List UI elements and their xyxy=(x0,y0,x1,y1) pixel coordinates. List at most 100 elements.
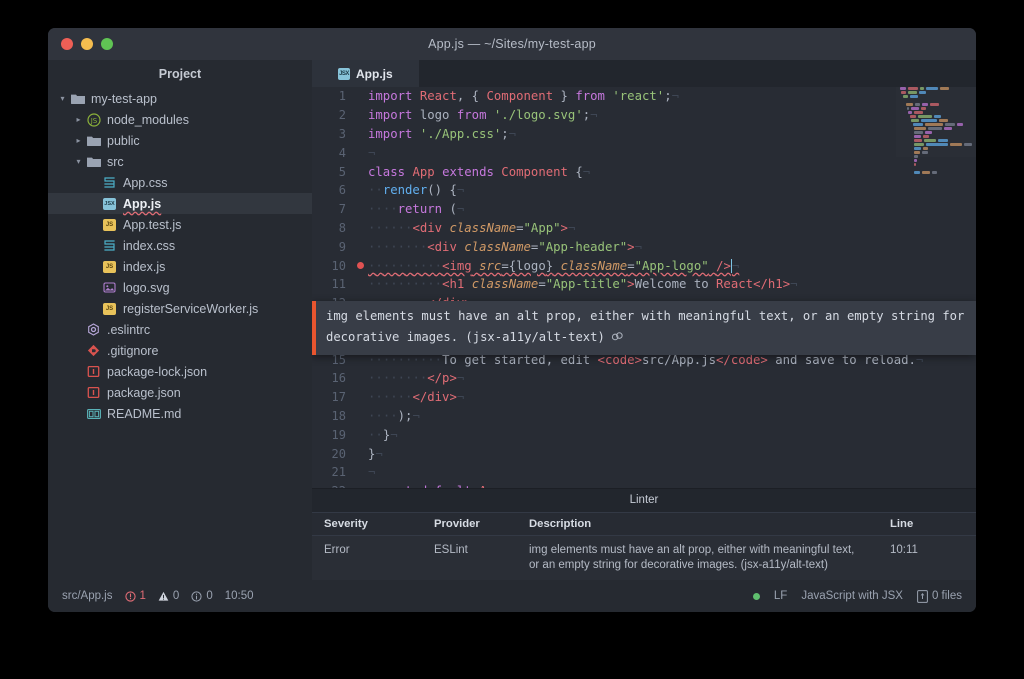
tree-item-eslintrc[interactable]: .eslintrc xyxy=(48,319,312,340)
code-line[interactable]: 9 ········<div className="App-header">¬ xyxy=(312,237,976,256)
tree-item-index-css[interactable]: index.css xyxy=(48,235,312,256)
minimap-row xyxy=(914,139,976,142)
line-number: 2 xyxy=(338,108,346,123)
chevron-down-icon[interactable]: ▾ xyxy=(56,94,69,103)
minimap-row xyxy=(914,155,976,158)
code-line[interactable]: 3 import './App.css';¬ xyxy=(312,125,976,144)
line-content: ¬ xyxy=(368,145,376,160)
code-lines[interactable]: 1 import React, { Component } from 'react… xyxy=(312,87,976,488)
linter-rows[interactable]: Error ESLint img elements must have an alt… xyxy=(312,535,976,580)
tree-item-label: App.js xyxy=(123,196,162,211)
tree-item-label: public xyxy=(107,133,140,148)
tree-item-logo-svg[interactable]: logo.svg xyxy=(48,277,312,298)
tree-item-node-modules[interactable]: ▸ JS node_modules xyxy=(48,109,312,130)
code-line[interactable]: 10 ··········<img src={logo} className="A… xyxy=(312,256,976,275)
line-number: 21 xyxy=(331,465,346,480)
line-number: 16 xyxy=(331,371,346,386)
warning-count[interactable]: 0 xyxy=(158,590,179,602)
tree-item-label: package-lock.json xyxy=(107,364,208,379)
code-line[interactable]: 18 ····);¬ xyxy=(312,407,976,426)
code-line[interactable]: 21 ¬ xyxy=(312,463,976,482)
code-line[interactable]: 4 ¬ xyxy=(312,143,976,162)
code-line[interactable]: 17 ······</div>¬ xyxy=(312,388,976,407)
code-line[interactable]: 8 ······<div className="App">¬ xyxy=(312,219,976,238)
tree-item-label: App.css xyxy=(123,175,168,190)
column-description[interactable]: Description xyxy=(517,512,878,536)
code-line[interactable]: 7 ····return (¬ xyxy=(312,200,976,219)
info-count[interactable]: 0 xyxy=(191,590,213,602)
editor-area: JSX App.js 1 import React, { Component } … xyxy=(312,60,976,580)
tree-item-app-test-js[interactable]: JS App.test.js xyxy=(48,214,312,235)
minimap-row xyxy=(901,91,976,94)
title-bar: App.js — ~/Sites/my-test-app xyxy=(48,28,976,60)
linter-cell-line: 10:11 xyxy=(878,535,976,580)
tree-item-label: src xyxy=(107,154,124,169)
minimap-row xyxy=(905,103,976,106)
tree-item-registerserviceworker-js[interactable]: JS registerServiceWorker.js xyxy=(48,298,312,319)
code-line[interactable]: 20}¬ xyxy=(312,444,976,463)
json-icon xyxy=(85,365,102,378)
tree-item-app-css[interactable]: App.css xyxy=(48,172,312,193)
project-panel-title: Project xyxy=(158,67,202,81)
error-icon xyxy=(124,590,136,602)
minimap[interactable] xyxy=(896,87,976,174)
copy-icon[interactable] xyxy=(611,330,624,343)
chevron-down-icon[interactable]: ▾ xyxy=(72,157,85,166)
tree-item-label: logo.svg xyxy=(123,280,170,295)
tree-item-index-js[interactable]: JS index.js xyxy=(48,256,312,277)
code-line[interactable]: 5 class App extends Component {¬ xyxy=(312,162,976,181)
breakpoint-marker[interactable] xyxy=(356,262,364,270)
code-line[interactable]: 11 ··········<h1 className="App-title">We… xyxy=(312,275,976,294)
code-line[interactable]: 2 import logo from './logo.svg';¬ xyxy=(312,106,976,125)
grammar-selector[interactable]: JavaScript with JSX xyxy=(801,590,903,602)
tree-item-my-test-app[interactable]: ▾ my-test-app xyxy=(48,88,312,109)
minimap-row xyxy=(900,87,976,90)
tree-item-app-js[interactable]: JSX App.js xyxy=(48,193,312,214)
breakpoint-gutter[interactable] xyxy=(352,262,368,270)
status-file-path[interactable]: src/App.js xyxy=(62,590,113,602)
tree-item-package-json[interactable]: package.json xyxy=(48,382,312,403)
line-number: 4 xyxy=(338,145,346,160)
column-provider[interactable]: Provider xyxy=(422,512,517,536)
changed-files[interactable]: 0 files xyxy=(917,589,962,603)
column-line[interactable]: Line xyxy=(878,512,976,536)
tree-item-label: index.css xyxy=(123,238,176,253)
code-line[interactable]: 22 export default App;¬ xyxy=(312,482,976,488)
code-editor[interactable]: 1 import React, { Component } from 'react… xyxy=(312,87,976,488)
tree-item-gitignore[interactable]: .gitignore xyxy=(48,340,312,361)
tree-item-src[interactable]: ▾ src xyxy=(48,151,312,172)
minimap-row xyxy=(914,135,976,138)
chevron-right-icon[interactable]: ▸ xyxy=(72,136,85,145)
code-line[interactable]: 1 import React, { Component } from 'react… xyxy=(312,87,976,106)
lint-tooltip-message: img elements must have an alt prop, eith… xyxy=(326,309,965,344)
code-line[interactable]: 19 ··}¬ xyxy=(312,425,976,444)
line-number: 11 xyxy=(331,277,346,292)
code-line[interactable]: 16 ········</p>¬ xyxy=(312,369,976,388)
line-ending[interactable]: LF xyxy=(774,590,787,602)
chevron-right-icon[interactable]: ▸ xyxy=(72,115,85,124)
code-line[interactable]: 6 ··render() {¬ xyxy=(312,181,976,200)
tree-item-label: .eslintrc xyxy=(107,322,151,337)
cursor-position[interactable]: 10:50 xyxy=(225,590,254,602)
error-count[interactable]: 1 xyxy=(124,590,146,602)
line-number: 7 xyxy=(338,202,346,217)
minimap-row xyxy=(912,123,976,126)
minimap-row xyxy=(914,163,976,166)
window-title: App.js — ~/Sites/my-test-app xyxy=(428,37,596,51)
linter-row[interactable]: Error ESLint img elements must have an alt… xyxy=(312,535,976,580)
tab-app-js[interactable]: JSX App.js xyxy=(312,60,419,87)
css-icon xyxy=(101,176,118,189)
nodejs-icon: JS xyxy=(85,112,102,127)
line-content: ··render() {¬ xyxy=(368,183,465,198)
column-severity[interactable]: Severity xyxy=(312,512,422,536)
tree-item-readme-md[interactable]: README.md xyxy=(48,403,312,424)
tree-item-public[interactable]: ▸ public xyxy=(48,130,312,151)
file-tree[interactable]: ▾ my-test-app ▸ JS node_modules ▸ public ▾ src A… xyxy=(48,88,312,424)
tree-item-package-lock-json[interactable]: package-lock.json xyxy=(48,361,312,382)
tab-bar: JSX App.js xyxy=(312,60,976,87)
line-content: ····);¬ xyxy=(368,408,420,423)
line-content: ··········<h1 className="App-title">Welc… xyxy=(368,277,798,292)
